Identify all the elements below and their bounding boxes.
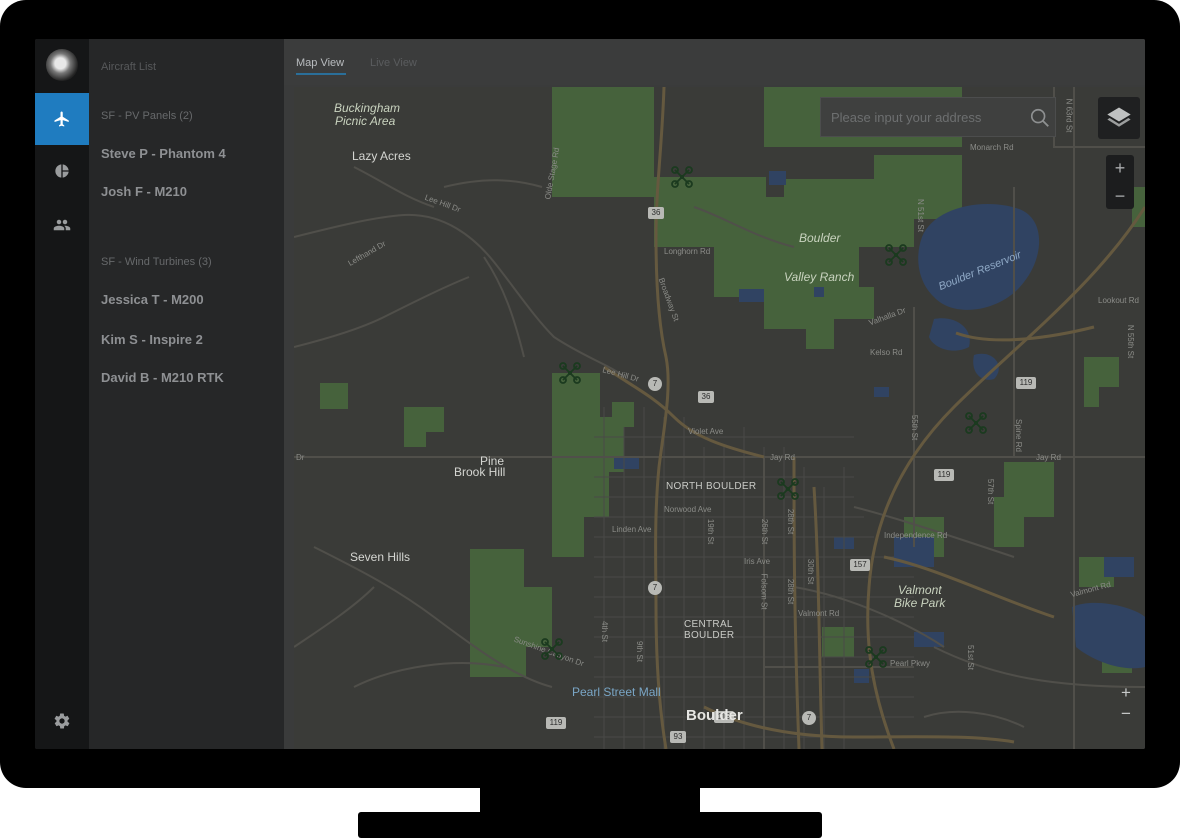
highway-shield-119: 119 <box>1016 377 1036 389</box>
pie-chart-icon <box>55 164 69 178</box>
road-label: 26th St <box>760 518 770 545</box>
layers-icon <box>1107 107 1131 127</box>
label-north-boulder: NORTH BOULDER <box>666 481 757 492</box>
label-central-boulder: BOULDER <box>684 630 735 641</box>
monitor-stand-base <box>358 812 822 838</box>
road-label: Monarch Rd <box>970 143 1014 152</box>
aircraft-item-josh[interactable]: Josh F - M210 <box>101 184 187 199</box>
road-label: 55th St <box>910 414 920 441</box>
highway-shield-119: 119 <box>546 717 566 729</box>
nav-aircraft[interactable] <box>35 93 89 145</box>
road-label: 57th St <box>986 478 996 505</box>
monitor-stand-neck <box>480 786 700 812</box>
highway-shield-36: 36 <box>648 207 664 219</box>
nav-settings[interactable] <box>35 695 89 747</box>
road-label: 28th St <box>786 578 796 605</box>
aircraft-item-steve[interactable]: Steve P - Phantom 4 <box>101 146 226 161</box>
road-label: 28th St <box>786 508 796 535</box>
search-icon[interactable] <box>1029 107 1051 129</box>
road-label: Longhorn Rd <box>664 247 711 256</box>
tab-live-view[interactable]: Live View <box>370 57 417 69</box>
road-label: Spine Rd <box>1013 419 1023 452</box>
road-label: Dr <box>296 453 305 462</box>
zoom-out-button[interactable]: − <box>1106 183 1134 209</box>
label-lazy-acres: Lazy Acres <box>352 149 411 163</box>
road-label: N 63rd St <box>1064 98 1074 133</box>
highway-shield-7: 7 <box>648 377 662 391</box>
label-picnic-area: Picnic Area <box>335 114 396 128</box>
label-boulder-valley: Boulder <box>799 231 841 245</box>
road-label: Iris Ave <box>744 557 771 566</box>
road-label: N 55th St <box>1126 324 1136 359</box>
map-canvas[interactable]: 36 36 7 7 119 119 119 157 7 119 93 Bucki… <box>294 87 1145 749</box>
aircraft-item-david[interactable]: David B - M210 RTK <box>101 370 224 385</box>
main-panel: Map View Live View 36 36 7 7 119 119 119… <box>284 39 1145 749</box>
road-label: Norwood Ave <box>664 505 712 514</box>
users-icon <box>53 219 71 231</box>
label-valmont: Valmont <box>898 583 942 597</box>
road-label: 19th St <box>706 518 716 545</box>
address-search <box>820 97 1056 137</box>
drone-icon[interactable] <box>884 243 908 267</box>
highway-shield-119: 119 <box>934 469 954 481</box>
tab-map-view[interactable]: Map View <box>296 57 347 75</box>
label-bike-park: Bike Park <box>894 596 946 610</box>
road-label: Violet Ave <box>688 427 724 436</box>
road-label: Linden Ave <box>612 525 652 534</box>
drone-icon[interactable] <box>964 411 988 435</box>
map-base <box>294 87 1145 749</box>
label-boulder-city: Boulder <box>686 707 743 724</box>
label-central: CENTRAL <box>684 619 733 630</box>
view-tabs: Map View Live View <box>284 39 1145 85</box>
road-label: Folsom St <box>759 573 769 610</box>
road-label: Independence Rd <box>884 531 948 540</box>
road-label: Valmont Rd <box>798 609 840 618</box>
label-brook-hill: Brook Hill <box>454 465 506 479</box>
highway-shield-93: 93 <box>670 731 686 743</box>
road-label: Kelso Rd <box>870 348 903 357</box>
aircraft-item-jessica[interactable]: Jessica T - M200 <box>101 292 204 307</box>
highway-shield-36: 36 <box>698 391 714 403</box>
address-search-input[interactable] <box>821 98 1021 136</box>
road-label: 4th St <box>599 621 609 642</box>
drone-icon[interactable] <box>864 645 888 669</box>
highway-shield-7: 7 <box>802 711 816 725</box>
zoom-control: + − <box>1106 155 1134 209</box>
road-label: N 51st St <box>915 199 925 232</box>
label-valley-ranch: Valley Ranch <box>784 270 855 284</box>
group-label-wind-turbines[interactable]: SF - Wind Turbines (3) <box>101 256 212 268</box>
drone-icon[interactable] <box>540 637 564 661</box>
map-layers-button[interactable] <box>1098 97 1140 139</box>
highway-shield-7: 7 <box>648 581 662 595</box>
aircraft-list-title: Aircraft List <box>101 61 157 73</box>
aircraft-item-kim[interactable]: Kim S - Inspire 2 <box>101 332 203 347</box>
label-seven-hills: Seven Hills <box>350 550 411 564</box>
monitor-frame: Aircraft List SF - PV Panels (2) Steve P… <box>0 0 1180 788</box>
road-label: 30th St <box>806 558 816 585</box>
drone-icon[interactable] <box>776 477 800 501</box>
label-buckingham: Buckingham <box>334 101 401 115</box>
aircraft-sidebar: Aircraft List SF - PV Panels (2) Steve P… <box>89 39 284 749</box>
airplane-icon <box>54 111 69 127</box>
icon-rail <box>35 39 89 749</box>
group-label-pv-panels[interactable]: SF - PV Panels (2) <box>101 110 193 122</box>
road-label: Jay Rd <box>1036 453 1061 462</box>
road-label: Pearl Pkwy <box>890 659 931 668</box>
road-label: 9th St <box>634 641 644 662</box>
drone-icon[interactable] <box>670 165 694 189</box>
road-label: Jay Rd <box>770 453 795 462</box>
label-pearl-street-mall: Pearl Street Mall <box>572 685 661 699</box>
nav-team[interactable] <box>35 199 89 251</box>
logo-icon <box>46 49 78 81</box>
road-label: 51st St <box>965 645 975 670</box>
zoom-in-button-small[interactable]: + <box>1116 683 1136 703</box>
road-label: Lookout Rd <box>1098 296 1139 305</box>
gear-icon <box>54 713 70 729</box>
app-screen: Aircraft List SF - PV Panels (2) Steve P… <box>35 39 1145 749</box>
zoom-out-button-small[interactable]: − <box>1116 704 1136 724</box>
drone-icon[interactable] <box>558 361 582 385</box>
highway-shield-157: 157 <box>850 559 870 571</box>
zoom-in-button[interactable]: + <box>1106 155 1134 181</box>
nav-analytics[interactable] <box>35 145 89 197</box>
